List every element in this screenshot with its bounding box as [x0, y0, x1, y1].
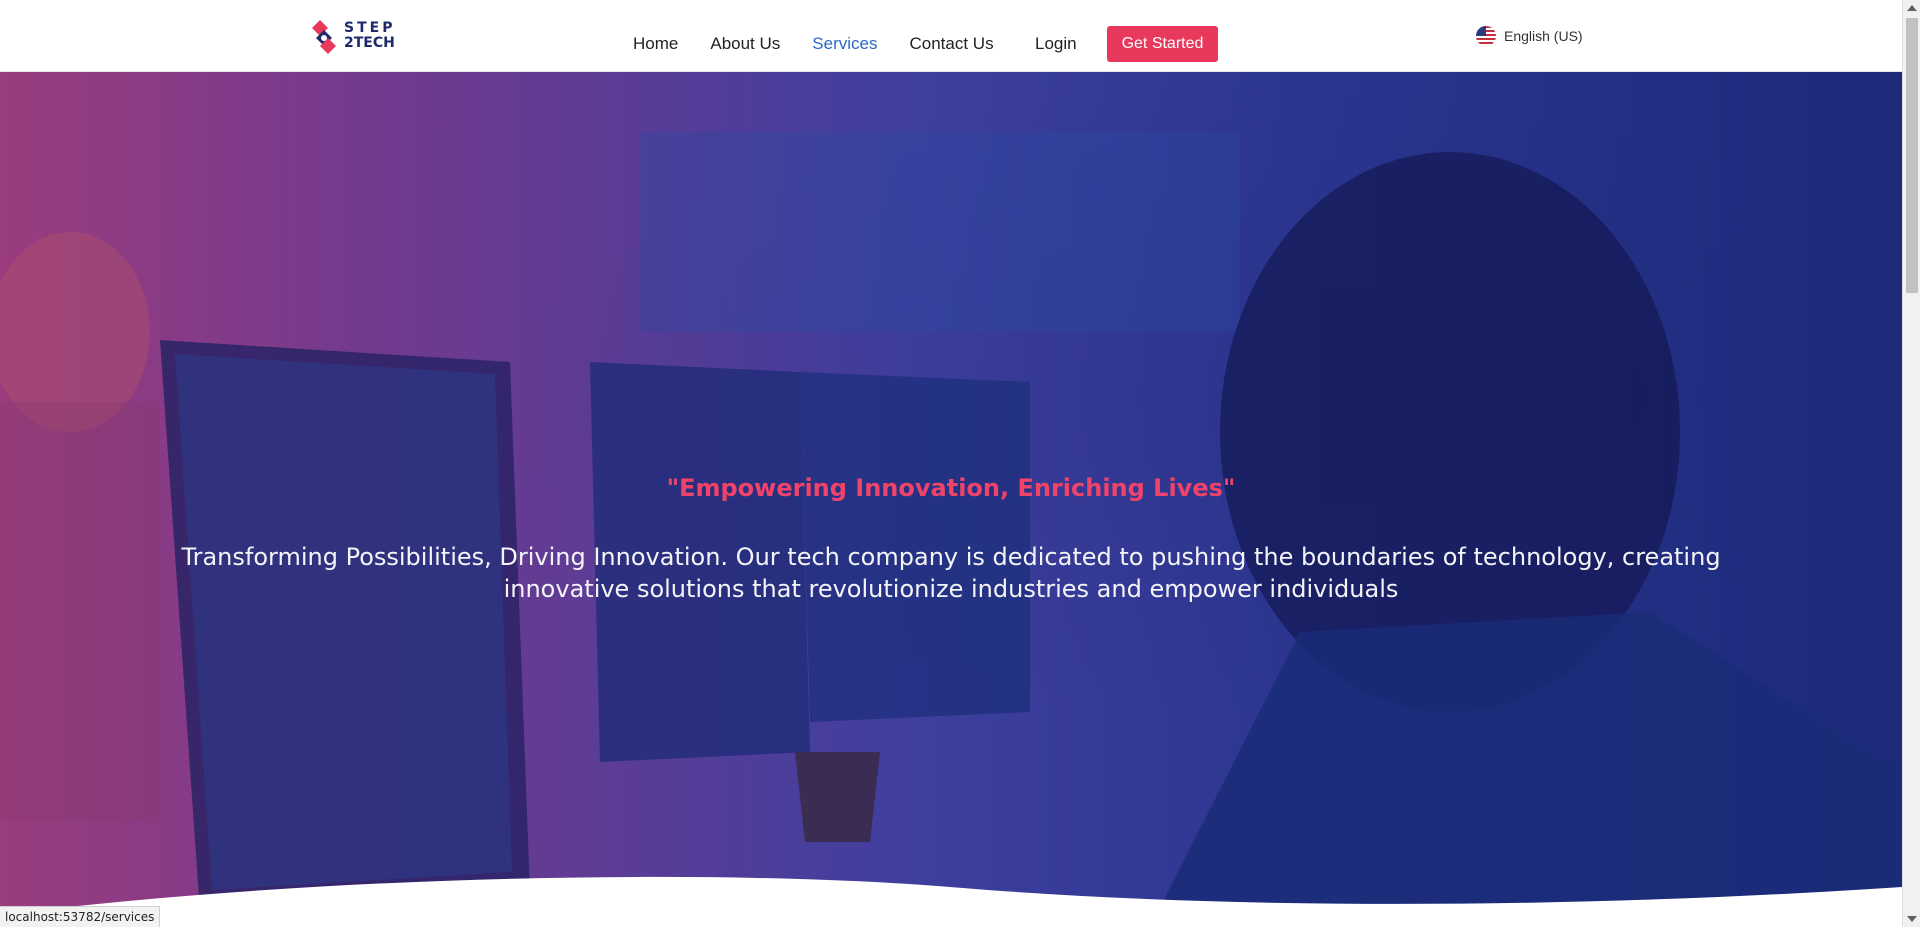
get-started-button[interactable]: Get Started — [1107, 26, 1218, 62]
logo-line-1: STEP — [344, 20, 396, 36]
vertical-scrollbar[interactable] — [1902, 0, 1920, 927]
main-nav: Home About Us Services Contact Us — [633, 34, 994, 54]
us-flag-icon — [1476, 26, 1496, 46]
step2tech-logo-icon — [312, 20, 336, 54]
hero-bottom-wave — [0, 876, 1902, 927]
hero-tagline: "Empowering Innovation, Enriching Lives" — [666, 474, 1236, 502]
brand-logo[interactable]: STEP 2TECH — [310, 18, 395, 54]
login-link[interactable]: Login — [1035, 34, 1077, 54]
scroll-down-icon[interactable] — [1907, 916, 1917, 922]
nav-about-us[interactable]: About Us — [710, 34, 780, 54]
hero-description: Transforming Possibilities, Driving Inno… — [181, 543, 1721, 603]
scrollbar-thumb[interactable] — [1906, 18, 1918, 293]
nav-home[interactable]: Home — [633, 34, 678, 54]
nav-contact-us[interactable]: Contact Us — [909, 34, 993, 54]
status-bar-url: localhost:53782/services — [0, 906, 161, 927]
hero-section: "Empowering Innovation, Enriching Lives"… — [0, 72, 1902, 927]
logo-line-2: 2TECH — [344, 35, 395, 51]
page: STEP 2TECH Home About Us Services Contac… — [0, 0, 1920, 927]
scroll-up-icon[interactable] — [1907, 5, 1917, 11]
nav-services[interactable]: Services — [812, 34, 877, 54]
logo-wordmark: STEP 2TECH — [344, 21, 395, 51]
language-label: English (US) — [1504, 28, 1583, 44]
language-selector[interactable]: English (US) — [1476, 26, 1583, 46]
site-header: STEP 2TECH Home About Us Services Contac… — [0, 0, 1902, 72]
